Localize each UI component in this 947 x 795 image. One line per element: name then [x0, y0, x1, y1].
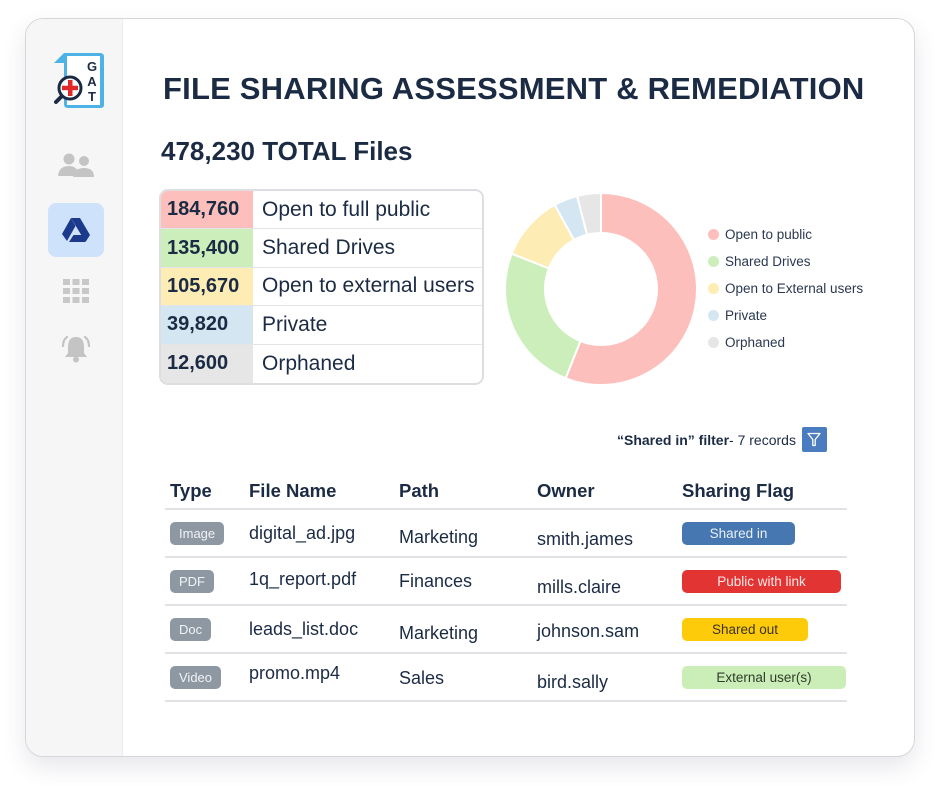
table-header: Type File Name Path Owner Sharing Flag: [165, 474, 847, 510]
main-content: FILE SHARING ASSESSMENT & REMEDIATION 47…: [123, 19, 914, 756]
sharing-flag-badge[interactable]: Public with link: [682, 569, 841, 593]
owner-cell: johnson.sam: [537, 620, 640, 641]
sidebar-item-alerts[interactable]: [48, 322, 104, 376]
page-title: FILE SHARING ASSESSMENT & REMEDIATION: [163, 71, 865, 106]
file-name-cell[interactable]: leads_list.doc: [249, 619, 399, 640]
column-header-owner[interactable]: Owner: [537, 480, 682, 502]
apps-grid-icon: [63, 279, 89, 303]
legend-item[interactable]: Private: [708, 302, 863, 329]
file-name-cell[interactable]: 1q_report.pdf: [249, 569, 399, 590]
path-cell: Finances: [399, 570, 473, 591]
legend-swatch: [708, 283, 719, 294]
summary-label: Private: [253, 306, 482, 344]
legend-swatch: [708, 310, 719, 321]
google-drive-icon: [62, 218, 90, 242]
legend-swatch: [708, 337, 719, 348]
file-type-badge: Image: [170, 521, 225, 545]
column-header-path[interactable]: Path: [399, 480, 537, 502]
table-body: Image digital_ad.jpg Marketing smith.james S…: [165, 510, 847, 702]
filter-status: “Shared in” filter - 7 records: [617, 427, 827, 452]
type-cell: PDF: [165, 569, 249, 593]
logo-letter-g: G: [87, 59, 97, 74]
summary-label: Shared Drives: [253, 229, 482, 267]
sharing-flag-cell: Shared in: [682, 521, 847, 545]
sharing-flag-cell: Public with link: [682, 569, 847, 593]
logo-letter-t: T: [88, 89, 96, 104]
gat-logo[interactable]: G A T: [48, 51, 106, 109]
legend-label: Orphaned: [725, 335, 786, 350]
file-type-badge: PDF: [170, 569, 214, 593]
logo-letter-a: A: [87, 74, 97, 89]
owner-cell: bird.sally: [537, 671, 609, 692]
summary-count: 12,600: [161, 344, 253, 383]
path-cell: Marketing: [399, 622, 479, 643]
users-icon: [58, 153, 94, 177]
filter-name: “Shared in” filter: [617, 431, 730, 448]
table-row[interactable]: PDF 1q_report.pdf Finances mills.claire Publ…: [165, 558, 847, 606]
owner-cell: smith.james: [537, 528, 634, 549]
filter-icon: [807, 432, 822, 447]
legend-item[interactable]: Open to public: [708, 221, 863, 248]
gat-logo-icon: G A T: [54, 53, 104, 108]
summary-row: 39,820 Private: [161, 306, 482, 345]
chart-legend: Open to public Shared Drives Open to Exter…: [708, 221, 863, 356]
legend-item[interactable]: Orphaned: [708, 329, 863, 356]
sharing-donut-chart: [504, 191, 698, 386]
file-name-cell[interactable]: digital_ad.jpg: [249, 523, 399, 544]
sidebar-item-drive[interactable]: [48, 203, 104, 257]
summary-row: 184,760 Open to full public: [161, 191, 482, 230]
summary-count: 135,400: [161, 229, 253, 267]
legend-label: Shared Drives: [725, 254, 811, 269]
donut-slice-shared-drives[interactable]: [504, 252, 582, 380]
sharing-flag-badge[interactable]: Shared out: [682, 617, 808, 641]
legend-label: Open to External users: [725, 281, 864, 296]
sharing-flag-badge[interactable]: Shared in: [682, 521, 795, 545]
file-type-badge: Doc: [170, 617, 212, 641]
summary-row: 105,670 Open to external users: [161, 267, 482, 307]
summary-row: 12,600 Orphaned: [161, 344, 482, 383]
legend-item[interactable]: Open to External users: [708, 275, 863, 302]
type-cell: Image: [165, 521, 249, 545]
summary-label: Orphaned: [253, 344, 482, 383]
path-cell: Sales: [399, 667, 445, 688]
legend-label: Open to public: [725, 227, 813, 242]
summary-row: 135,400 Shared Drives: [161, 229, 482, 268]
sharing-flag-badge[interactable]: External user(s): [682, 665, 846, 689]
summary-table: 184,760 Open to full public 135,400 Shared …: [159, 189, 484, 385]
legend-swatch: [708, 229, 719, 240]
table-row[interactable]: Video promo.mp4 Sales bird.sally External us…: [165, 654, 847, 702]
file-name-cell[interactable]: promo.mp4: [249, 663, 399, 684]
sidebar-item-apps[interactable]: [48, 264, 104, 318]
files-table: Type File Name Path Owner Sharing Flag I…: [165, 474, 847, 702]
legend-swatch: [708, 256, 719, 267]
file-type-badge: Video: [170, 665, 222, 689]
column-header-type[interactable]: Type: [165, 480, 249, 502]
app-window: G A T FILE SHARING ASSESSMENT & REMEDIAT…: [25, 18, 915, 757]
legend-label: Private: [725, 308, 768, 323]
sharing-flag-cell: External user(s): [682, 665, 847, 689]
type-cell: Video: [165, 665, 249, 689]
total-files-count: 478,230 TOTAL Files: [161, 136, 413, 166]
legend-item[interactable]: Shared Drives: [708, 248, 863, 275]
owner-cell: mills.claire: [537, 576, 622, 597]
summary-count: 184,760: [161, 191, 253, 229]
filter-record-count: - 7 records: [729, 431, 796, 448]
bell-icon: [61, 335, 91, 363]
table-row[interactable]: Doc leads_list.doc Marketing johnson.sam Sha…: [165, 606, 847, 654]
column-header-file-name[interactable]: File Name: [249, 480, 399, 502]
filter-button[interactable]: [801, 427, 827, 452]
path-cell: Marketing: [399, 526, 479, 547]
summary-count: 39,820: [161, 306, 253, 344]
sidebar: G A T: [26, 19, 123, 756]
sharing-flag-cell: Shared out: [682, 617, 847, 641]
summary-label: Open to full public: [253, 191, 482, 229]
column-header-sharing-flag[interactable]: Sharing Flag: [682, 480, 847, 502]
sidebar-item-users[interactable]: [48, 139, 104, 193]
summary-label: Open to external users: [253, 267, 482, 306]
table-row[interactable]: Image digital_ad.jpg Marketing smith.james S…: [165, 510, 847, 558]
type-cell: Doc: [165, 617, 249, 641]
summary-count: 105,670: [161, 267, 253, 306]
